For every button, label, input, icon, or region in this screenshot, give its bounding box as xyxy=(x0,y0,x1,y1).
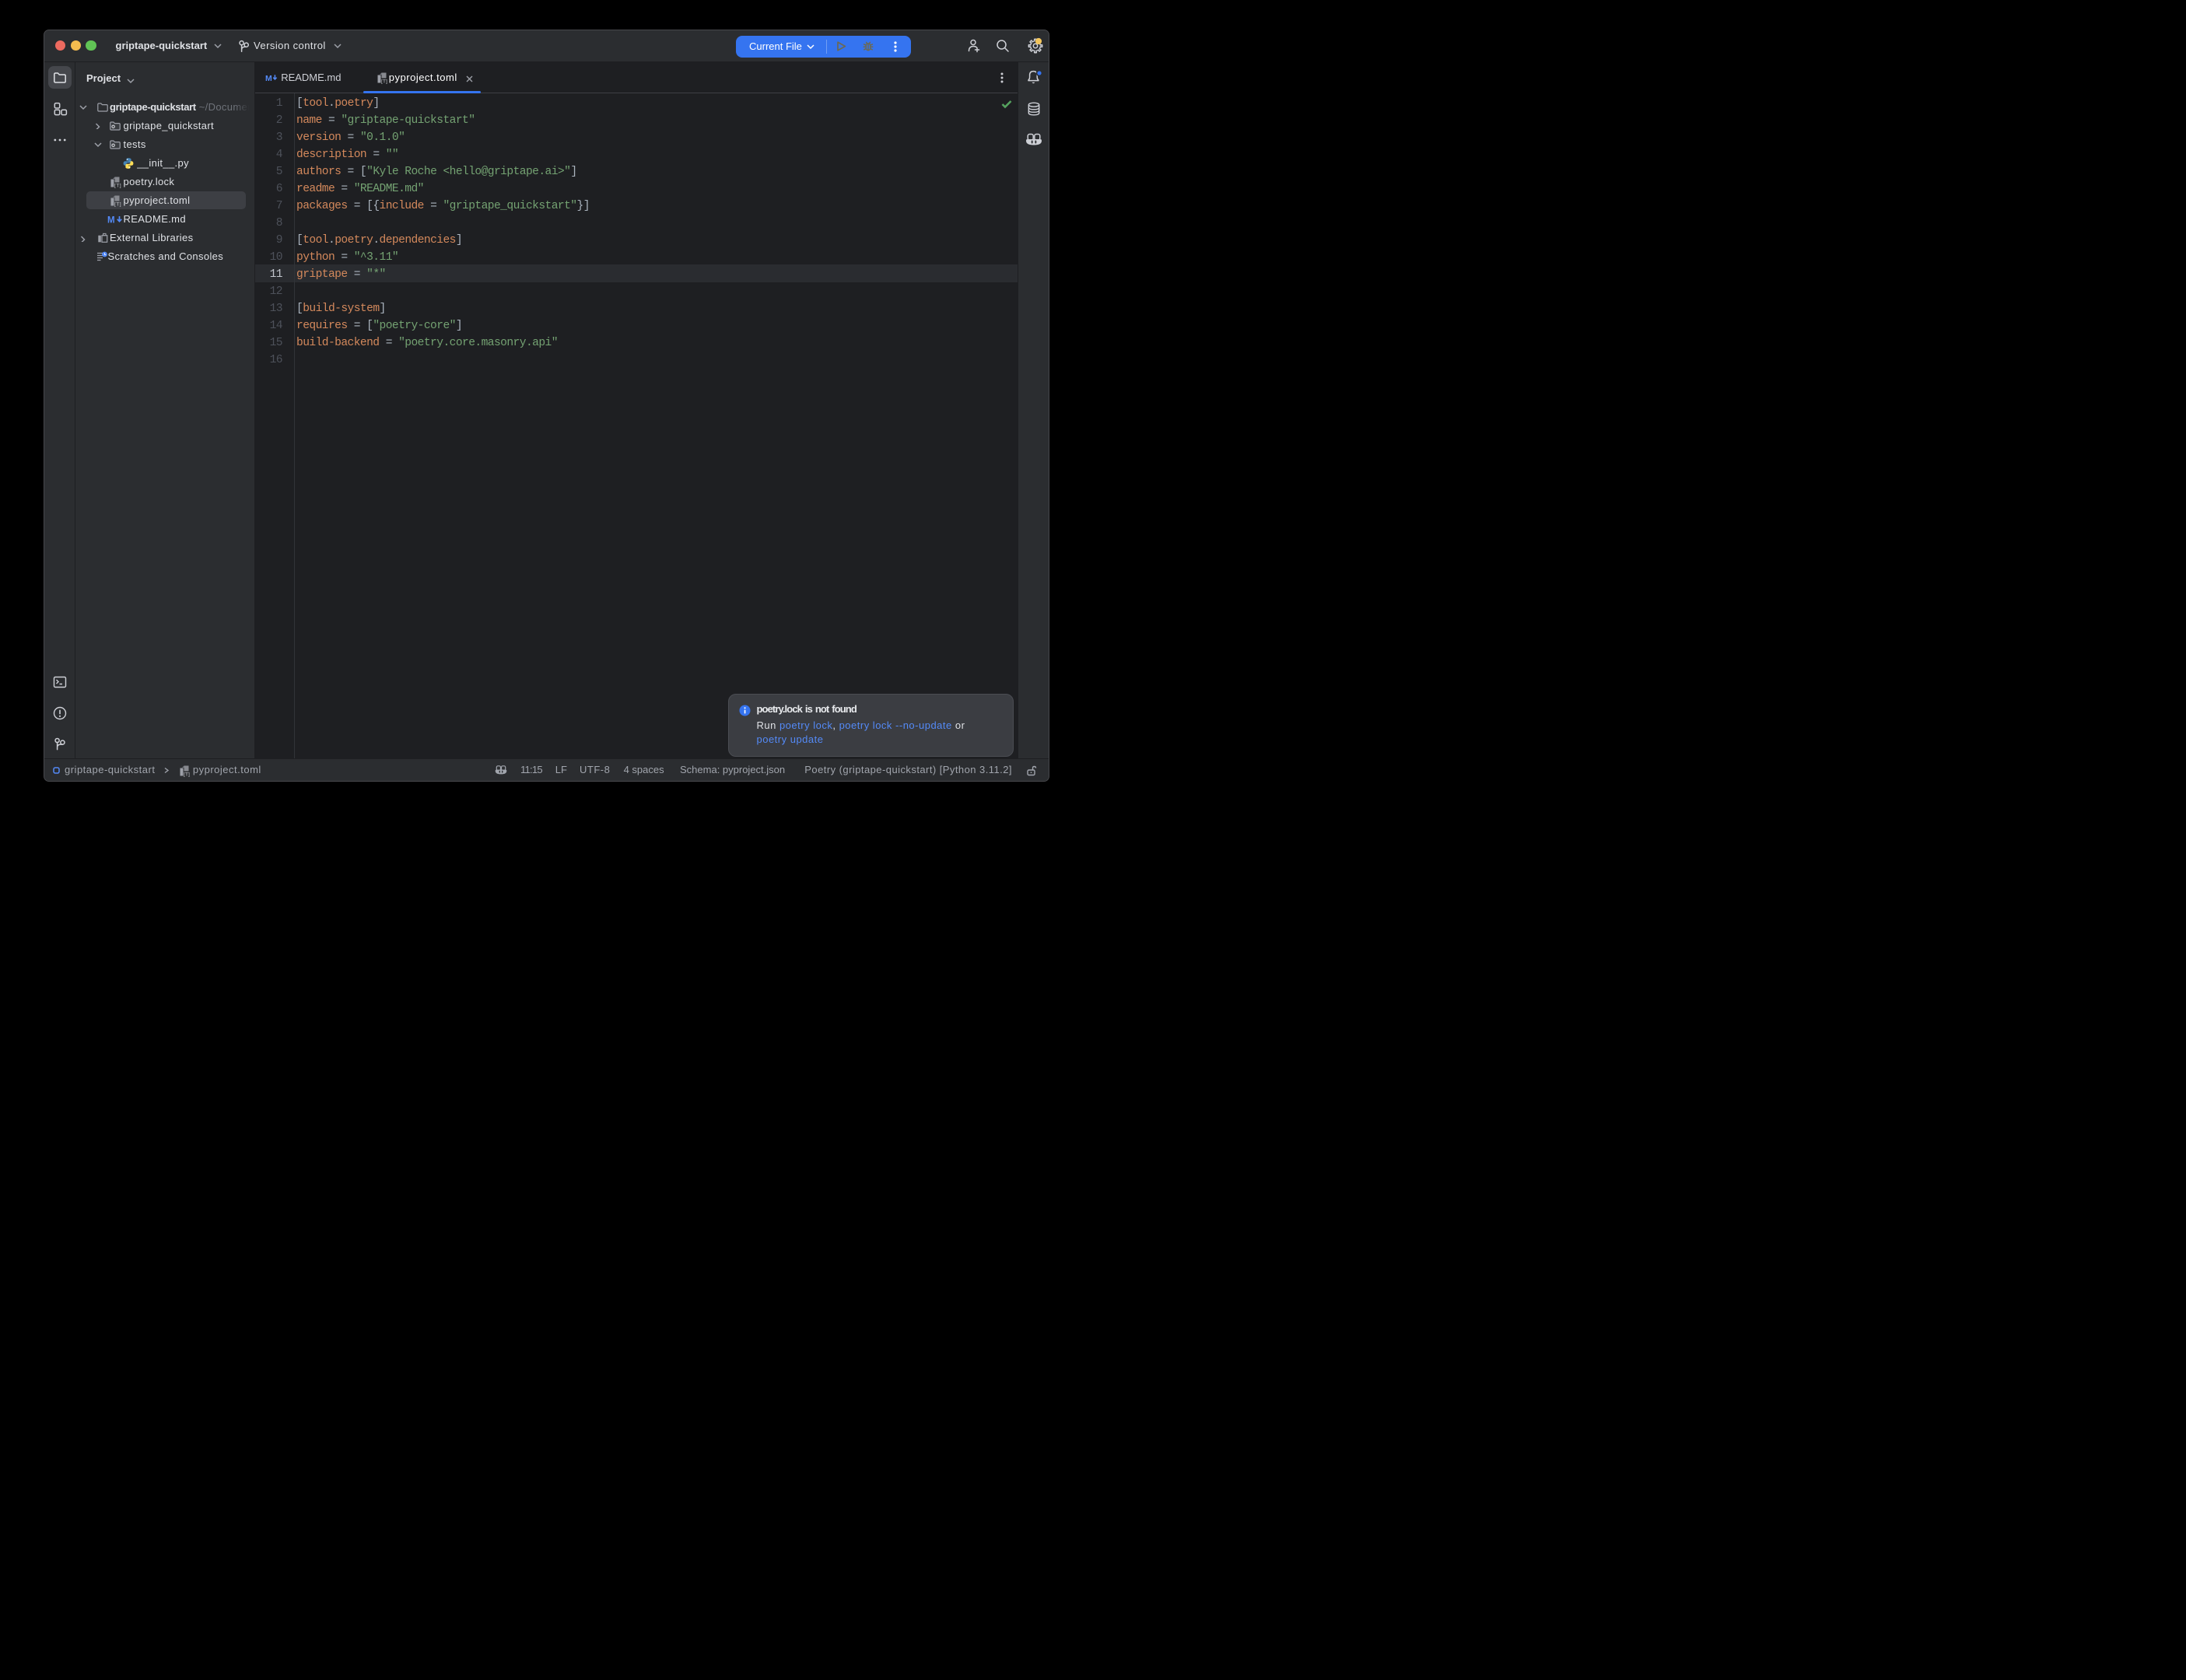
svg-text:[T]: [T] xyxy=(381,79,387,84)
svg-text:M: M xyxy=(265,74,272,83)
svg-text:M: M xyxy=(107,215,115,225)
svg-text:[T]: [T] xyxy=(184,772,190,778)
svg-text:[T]: [T] xyxy=(114,183,121,188)
svg-text:[T]: [T] xyxy=(114,201,121,207)
